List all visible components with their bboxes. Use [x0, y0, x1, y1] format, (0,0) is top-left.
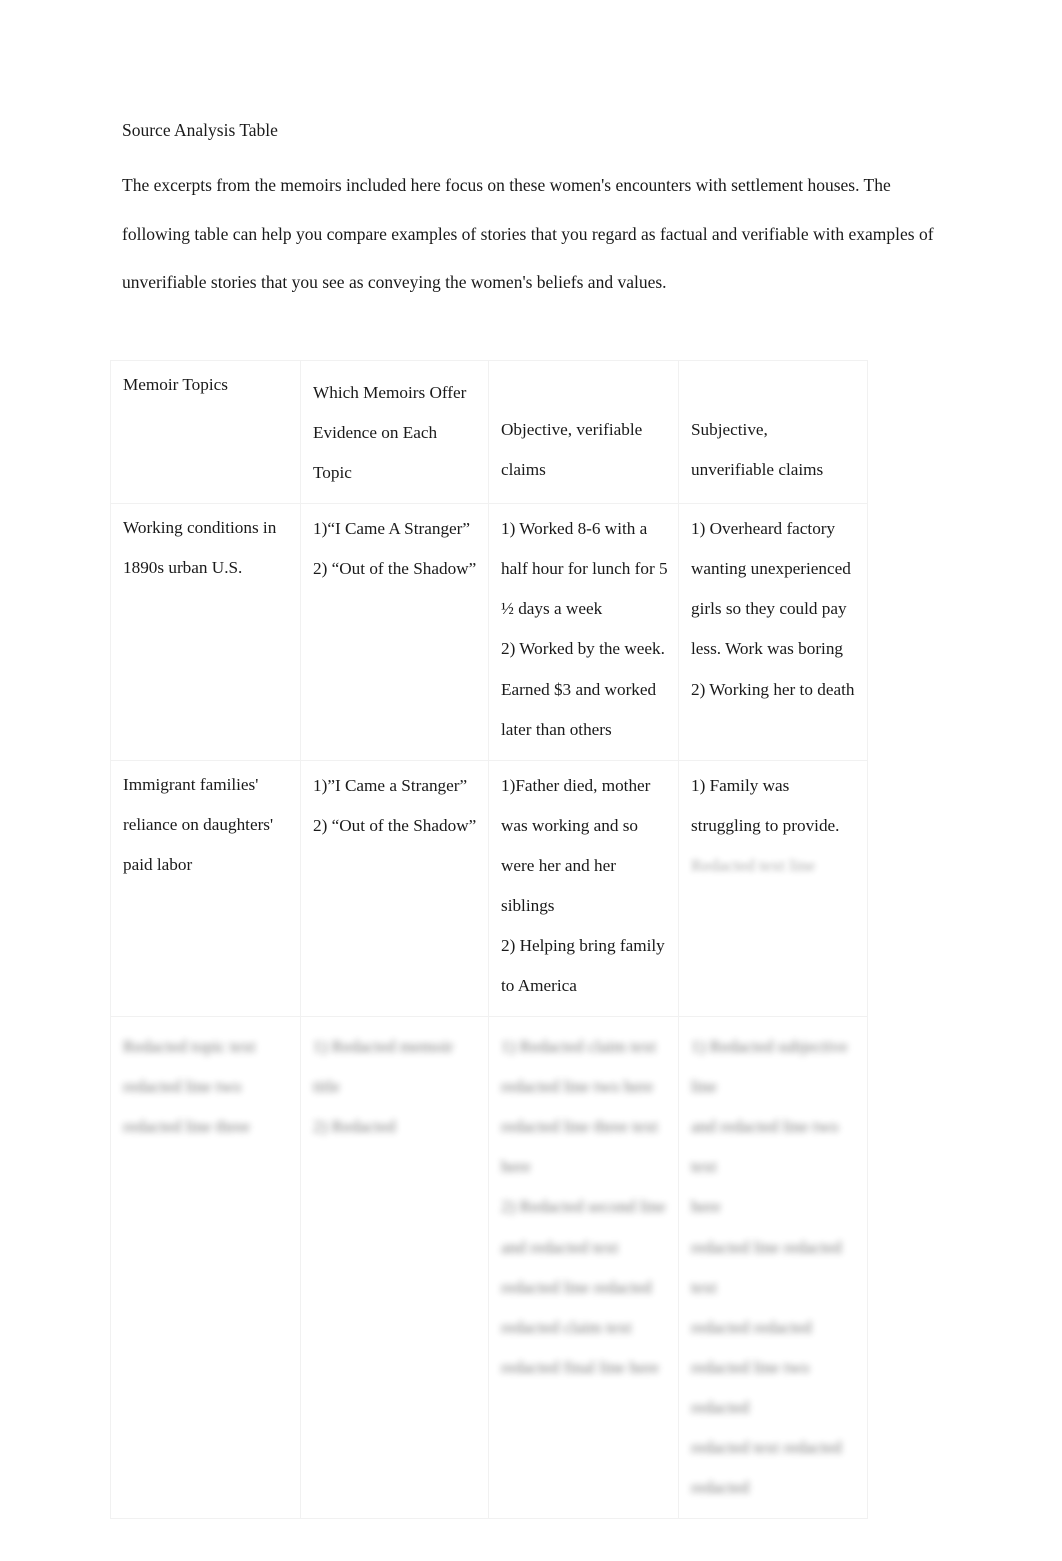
objective-claims-text: 1) Worked 8-6 with a half hour for lunch… — [501, 519, 668, 739]
header-label-which-memoirs: Which Memoirs Offer Evidence on Each Top… — [313, 383, 467, 483]
table-row-redacted: Redacted topic text redacted line two re… — [110, 1016, 868, 1520]
cell-memoirs: 1)”I Came a Stranger” 2) “Out of the Sha… — [300, 759, 489, 1018]
cell-topic: Immigrant families' reliance on daughter… — [110, 759, 301, 1018]
cell-topic-redacted: Redacted topic text redacted line two re… — [110, 1016, 301, 1520]
table-header-row: Memoir Topics Which Memoirs Offer Eviden… — [110, 359, 868, 505]
cell-subjective-claims: 1) Family was struggling to provide. Red… — [678, 759, 868, 1018]
table-row: Immigrant families' reliance on daughter… — [110, 759, 868, 1018]
header-label-objective-claims: Objective, verifiable claims — [501, 420, 643, 480]
objective-claims-text: 1)Father died, mother was working and so… — [501, 775, 665, 996]
objective-claims-text: 1) Redacted claim text redacted line two… — [501, 1037, 666, 1377]
table-row: Working conditions in 1890s urban U.S. 1… — [110, 503, 868, 761]
cell-objective-claims-redacted: 1) Redacted claim text redacted line two… — [488, 1016, 679, 1520]
cell-subjective-claims: 1) Overheard factory wanting unexperienc… — [678, 503, 868, 761]
header-label-memoir-topics: Memoir Topics — [123, 375, 228, 394]
topic-text: Immigrant families' reliance on daughter… — [123, 774, 274, 874]
document-page: Source Analysis Table The excerpts from … — [0, 0, 1062, 1561]
cell-subjective-claims-redacted: 1) Redacted subjective line and redacted… — [678, 1016, 868, 1520]
header-label-subjective-claims: Subjective, unverifiable claims — [691, 420, 824, 480]
subjective-claims-redacted-line: Redacted text line — [691, 855, 816, 875]
topic-text: Working conditions in 1890s urban U.S. — [123, 518, 277, 578]
page-title: Source Analysis Table — [122, 120, 278, 140]
source-analysis-table-wrapper: Memoir Topics Which Memoirs Offer Eviden… — [110, 359, 868, 1520]
cell-topic: Working conditions in 1890s urban U.S. — [110, 503, 301, 761]
cell-memoirs: 1)“I Came A Stranger” 2) “Out of the Sha… — [300, 503, 489, 761]
cell-objective-claims: 1) Worked 8-6 with a half hour for lunch… — [488, 503, 679, 761]
header-cell-which-memoirs: Which Memoirs Offer Evidence on Each Top… — [300, 359, 489, 505]
subjective-claims-text: 1) Redacted subjective line and redacted… — [691, 1037, 848, 1498]
topic-text: Redacted topic text redacted line two re… — [123, 1037, 256, 1137]
header-cell-subjective-claims: Subjective, unverifiable claims — [678, 359, 868, 505]
subjective-claims-text: 1) Family was struggling to provide. — [691, 775, 840, 835]
intro-paragraph: The excerpts from the memoirs included h… — [122, 175, 934, 292]
header-cell-memoir-topics: Memoir Topics — [110, 359, 301, 505]
subjective-claims-text: 1) Overheard factory wanting unexperienc… — [691, 519, 855, 699]
header-cell-objective-claims: Objective, verifiable claims — [488, 359, 679, 505]
source-analysis-table: Memoir Topics Which Memoirs Offer Eviden… — [110, 359, 868, 1520]
memoirs-text: 1)”I Came a Stranger” 2) “Out of the Sha… — [313, 775, 477, 835]
cell-memoirs-redacted: 1) Redacted memoir title 2) Redacted — [300, 1016, 489, 1520]
memoirs-text: 1)“I Came A Stranger” 2) “Out of the Sha… — [313, 519, 477, 579]
memoirs-text: 1) Redacted memoir title 2) Redacted — [313, 1037, 454, 1137]
document-body: Source Analysis Table The excerpts from … — [122, 118, 942, 306]
cell-objective-claims: 1)Father died, mother was working and so… — [488, 759, 679, 1018]
